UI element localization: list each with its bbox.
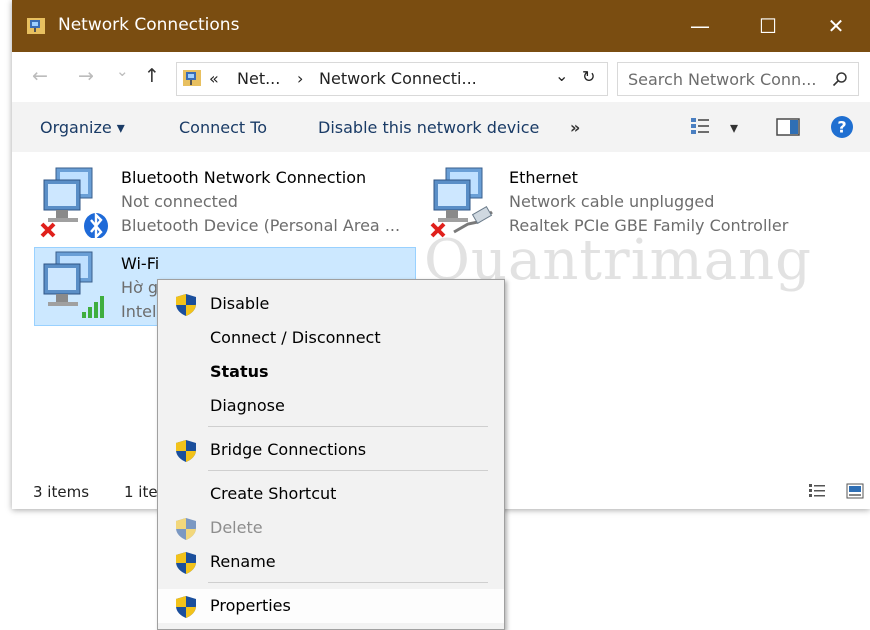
menu-item-label: Status [210, 362, 269, 381]
menu-item-create-shortcut[interactable]: Create Shortcut [158, 477, 504, 511]
organize-label: Organize [40, 118, 112, 137]
more-commands-button[interactable]: » [570, 118, 580, 137]
connect-to-button[interactable]: Connect To [179, 118, 267, 137]
breadcrumb-network[interactable]: Net... [237, 69, 280, 88]
search-input[interactable]: Search Network Conn... [617, 62, 859, 96]
minimize-button[interactable]: — [666, 0, 734, 52]
wifi-network-icon [43, 251, 104, 318]
menu-item-label: Diagnose [210, 396, 285, 415]
breadcrumb-network-connections[interactable]: Network Connecti... [319, 69, 477, 88]
window-title: Network Connections [58, 15, 240, 35]
wifi-connection-name: Wi-Fi [121, 254, 160, 273]
menu-item-label: Connect / Disconnect [210, 328, 381, 347]
uac-shield-icon [175, 439, 197, 463]
menu-item-label: Create Shortcut [210, 484, 337, 503]
item-count: 3 items [33, 483, 90, 501]
organize-arrow-icon: ▾ [116, 118, 125, 137]
breadcrumb-separator[interactable]: › [297, 69, 303, 88]
menu-item-label: Disable [210, 294, 270, 313]
disable-device-button[interactable]: Disable this network device [318, 118, 539, 137]
uac-shield-icon [175, 293, 197, 317]
context-menu: Disable Connect / Disconnect Status Diagnos… [157, 279, 505, 630]
command-bar: Organize ▾ Connect To Disable this netwo… [12, 102, 870, 153]
network-location-icon [183, 70, 201, 86]
forward-button[interactable]: → [78, 65, 94, 87]
change-view-icon[interactable] [690, 116, 712, 136]
preview-pane-icon[interactable] [776, 118, 800, 136]
network-folder-icon [27, 18, 45, 34]
ethernet-connection-name: Ethernet [509, 168, 578, 187]
menu-item-label: Properties [210, 596, 291, 615]
organize-menu[interactable]: Organize ▾ [40, 118, 125, 137]
bluetooth-connection-status: Not connected [121, 192, 238, 211]
bluetooth-connection-name: Bluetooth Network Connection [121, 168, 367, 187]
address-dropdown-icon[interactable]: ⌄ [555, 66, 568, 85]
ethernet-connection-status: Network cable unplugged [509, 192, 715, 211]
bluetooth-connection-device: Bluetooth Device (Personal Area ... [121, 216, 401, 235]
view-options-arrow-icon[interactable]: ▾ [730, 118, 738, 137]
bluetooth-network-icon [40, 167, 108, 238]
address-bar-row: ← → ⌄ ↑ « Net... › Network Connecti... ⌄… [12, 52, 870, 102]
ethernet-network-icon [430, 167, 493, 238]
refresh-icon[interactable]: ↻ [582, 67, 595, 86]
up-button[interactable]: ↑ [144, 65, 160, 87]
menu-item-connect-disconnect[interactable]: Connect / Disconnect [158, 321, 504, 355]
menu-separator [208, 426, 488, 427]
breadcrumb-overflow[interactable]: « [209, 69, 219, 88]
close-button[interactable]: ✕ [802, 0, 870, 52]
ethernet-connection-device: Realtek PCIe GBE Family Controller [509, 216, 789, 235]
search-icon[interactable] [832, 71, 848, 87]
maximize-button[interactable]: ☐ [734, 0, 802, 52]
menu-separator [208, 470, 488, 471]
menu-item-delete: Delete [158, 511, 504, 545]
back-button[interactable]: ← [32, 65, 48, 87]
selected-count: 1 ite [124, 483, 158, 501]
search-placeholder: Search Network Conn... [628, 70, 817, 89]
menu-item-rename[interactable]: Rename [158, 545, 504, 579]
svg-text:?: ? [837, 118, 846, 137]
menu-separator [208, 582, 488, 583]
wifi-connection-status: Hờ g [121, 278, 159, 297]
close-icon: ✕ [827, 14, 845, 38]
address-box[interactable]: « Net... › Network Connecti... ⌄ ↻ [176, 62, 608, 96]
menu-item-status[interactable]: Status [158, 355, 504, 389]
maximize-icon: ☐ [759, 14, 777, 38]
large-icons-view-icon[interactable] [846, 483, 864, 499]
menu-item-bridge-connections[interactable]: Bridge Connections [158, 433, 504, 467]
menu-item-label: Bridge Connections [210, 440, 367, 459]
menu-item-properties[interactable]: Properties [158, 589, 504, 623]
details-view-icon[interactable] [808, 483, 826, 499]
wifi-connection-device: Intel [121, 302, 157, 321]
recent-locations-button[interactable]: ⌄ [116, 62, 129, 80]
minimize-icon: — [690, 14, 710, 38]
help-icon[interactable]: ? [830, 115, 854, 139]
menu-item-disable[interactable]: Disable [158, 287, 504, 321]
uac-shield-icon [175, 595, 197, 619]
uac-shield-icon [175, 551, 197, 575]
uac-shield-icon [175, 517, 197, 541]
menu-item-label: Rename [210, 552, 276, 571]
menu-item-diagnose[interactable]: Diagnose [158, 389, 504, 423]
title-bar[interactable]: Network Connections — ☐ ✕ [12, 0, 870, 52]
menu-item-label: Delete [210, 518, 263, 537]
